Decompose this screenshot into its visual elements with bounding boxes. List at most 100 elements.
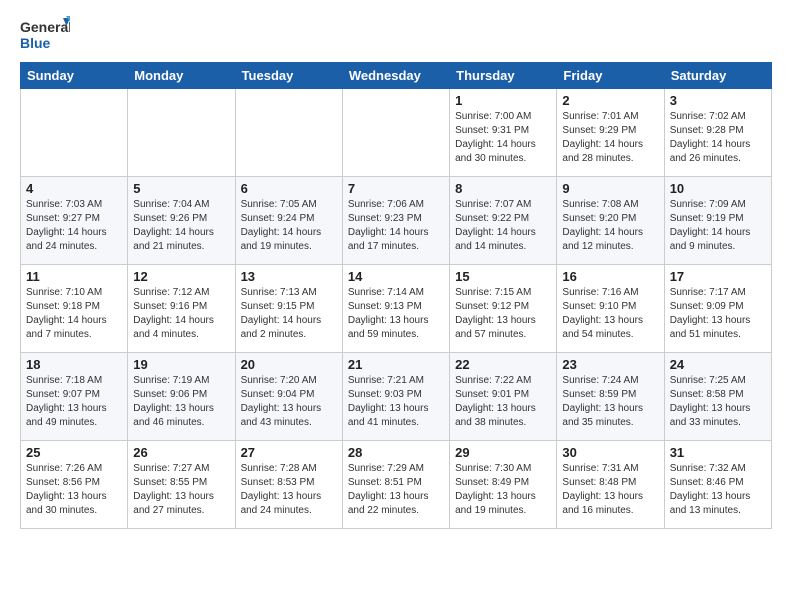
calendar-cell xyxy=(342,89,449,177)
calendar-cell: 4 Sunrise: 7:03 AM Sunset: 9:27 PM Daylig… xyxy=(21,177,128,265)
logo: General Blue xyxy=(20,16,70,58)
cell-content: Sunrise: 7:02 AM Sunset: 9:28 PM Dayligh… xyxy=(670,110,766,166)
day-number: 22 xyxy=(455,357,551,372)
calendar-cell: 25 Sunrise: 7:26 AM Sunset: 8:56 PM Dayli… xyxy=(21,441,128,529)
calendar-cell: 8 Sunrise: 7:07 AM Sunset: 9:22 PM Daylig… xyxy=(450,177,557,265)
day-number: 2 xyxy=(562,93,658,108)
day-number: 6 xyxy=(241,181,337,196)
cell-content: Sunrise: 7:00 AM Sunset: 9:31 PM Dayligh… xyxy=(455,110,551,166)
calendar-cell: 24Sunrise: 7:25 AM Sunset: 8:58 PM Dayli… xyxy=(664,353,771,441)
svg-text:General: General xyxy=(20,19,70,35)
cell-content: Sunrise: 7:28 AM Sunset: 8:53 PM Dayligh… xyxy=(241,462,337,518)
week-row-2: 4 Sunrise: 7:03 AM Sunset: 9:27 PM Daylig… xyxy=(21,177,772,265)
cell-content: Sunrise: 7:24 AM Sunset: 8:59 PM Dayligh… xyxy=(562,374,658,430)
day-number: 8 xyxy=(455,181,551,196)
logo-svg: General Blue xyxy=(20,16,70,58)
calendar-cell: 11Sunrise: 7:10 AM Sunset: 9:18 PM Dayli… xyxy=(21,265,128,353)
day-number: 9 xyxy=(562,181,658,196)
day-number: 1 xyxy=(455,93,551,108)
weekday-header-wednesday: Wednesday xyxy=(342,63,449,89)
week-row-3: 11Sunrise: 7:10 AM Sunset: 9:18 PM Dayli… xyxy=(21,265,772,353)
calendar-cell: 22Sunrise: 7:22 AM Sunset: 9:01 PM Dayli… xyxy=(450,353,557,441)
weekday-header-tuesday: Tuesday xyxy=(235,63,342,89)
weekday-header-friday: Friday xyxy=(557,63,664,89)
day-number: 31 xyxy=(670,445,766,460)
cell-content: Sunrise: 7:18 AM Sunset: 9:07 PM Dayligh… xyxy=(26,374,122,430)
day-number: 28 xyxy=(348,445,444,460)
day-number: 18 xyxy=(26,357,122,372)
calendar-cell: 23Sunrise: 7:24 AM Sunset: 8:59 PM Dayli… xyxy=(557,353,664,441)
cell-content: Sunrise: 7:15 AM Sunset: 9:12 PM Dayligh… xyxy=(455,286,551,342)
calendar-cell: 19 Sunrise: 7:19 AM Sunset: 9:06 PM Dayli… xyxy=(128,353,235,441)
calendar-cell: 15 Sunrise: 7:15 AM Sunset: 9:12 PM Dayli… xyxy=(450,265,557,353)
week-row-1: 1 Sunrise: 7:00 AM Sunset: 9:31 PM Daylig… xyxy=(21,89,772,177)
calendar-cell: 16 Sunrise: 7:16 AM Sunset: 9:10 PM Dayli… xyxy=(557,265,664,353)
day-number: 25 xyxy=(26,445,122,460)
cell-content: Sunrise: 7:08 AM Sunset: 9:20 PM Dayligh… xyxy=(562,198,658,254)
cell-content: Sunrise: 7:32 AM Sunset: 8:46 PM Dayligh… xyxy=(670,462,766,518)
week-row-5: 25 Sunrise: 7:26 AM Sunset: 8:56 PM Dayli… xyxy=(21,441,772,529)
weekday-header-thursday: Thursday xyxy=(450,63,557,89)
calendar-cell: 18 Sunrise: 7:18 AM Sunset: 9:07 PM Dayli… xyxy=(21,353,128,441)
cell-content: Sunrise: 7:20 AM Sunset: 9:04 PM Dayligh… xyxy=(241,374,337,430)
cell-content: Sunrise: 7:19 AM Sunset: 9:06 PM Dayligh… xyxy=(133,374,229,430)
calendar-cell: 12Sunrise: 7:12 AM Sunset: 9:16 PM Dayli… xyxy=(128,265,235,353)
day-number: 19 xyxy=(133,357,229,372)
day-number: 5 xyxy=(133,181,229,196)
day-number: 17 xyxy=(670,269,766,284)
cell-content: Sunrise: 7:01 AM Sunset: 9:29 PM Dayligh… xyxy=(562,110,658,166)
day-number: 20 xyxy=(241,357,337,372)
calendar-cell: 1 Sunrise: 7:00 AM Sunset: 9:31 PM Daylig… xyxy=(450,89,557,177)
calendar-cell: 28 Sunrise: 7:29 AM Sunset: 8:51 PM Dayli… xyxy=(342,441,449,529)
cell-content: Sunrise: 7:06 AM Sunset: 9:23 PM Dayligh… xyxy=(348,198,444,254)
cell-content: Sunrise: 7:16 AM Sunset: 9:10 PM Dayligh… xyxy=(562,286,658,342)
calendar-cell: 10 Sunrise: 7:09 AM Sunset: 9:19 PM Dayli… xyxy=(664,177,771,265)
cell-content: Sunrise: 7:13 AM Sunset: 9:15 PM Dayligh… xyxy=(241,286,337,342)
cell-content: Sunrise: 7:03 AM Sunset: 9:27 PM Dayligh… xyxy=(26,198,122,254)
calendar-cell: 26 Sunrise: 7:27 AM Sunset: 8:55 PM Dayli… xyxy=(128,441,235,529)
calendar-cell: 30 Sunrise: 7:31 AM Sunset: 8:48 PM Dayli… xyxy=(557,441,664,529)
cell-content: Sunrise: 7:27 AM Sunset: 8:55 PM Dayligh… xyxy=(133,462,229,518)
calendar-cell: 20 Sunrise: 7:20 AM Sunset: 9:04 PM Dayli… xyxy=(235,353,342,441)
week-row-4: 18 Sunrise: 7:18 AM Sunset: 9:07 PM Dayli… xyxy=(21,353,772,441)
cell-content: Sunrise: 7:17 AM Sunset: 9:09 PM Dayligh… xyxy=(670,286,766,342)
cell-content: Sunrise: 7:29 AM Sunset: 8:51 PM Dayligh… xyxy=(348,462,444,518)
calendar-cell: 13 Sunrise: 7:13 AM Sunset: 9:15 PM Dayli… xyxy=(235,265,342,353)
calendar-cell: 27Sunrise: 7:28 AM Sunset: 8:53 PM Dayli… xyxy=(235,441,342,529)
day-number: 3 xyxy=(670,93,766,108)
calendar-cell: 9 Sunrise: 7:08 AM Sunset: 9:20 PM Daylig… xyxy=(557,177,664,265)
cell-content: Sunrise: 7:09 AM Sunset: 9:19 PM Dayligh… xyxy=(670,198,766,254)
calendar-cell: 17 Sunrise: 7:17 AM Sunset: 9:09 PM Dayli… xyxy=(664,265,771,353)
day-number: 13 xyxy=(241,269,337,284)
day-number: 4 xyxy=(26,181,122,196)
cell-content: Sunrise: 7:31 AM Sunset: 8:48 PM Dayligh… xyxy=(562,462,658,518)
day-number: 26 xyxy=(133,445,229,460)
calendar-cell xyxy=(235,89,342,177)
day-number: 30 xyxy=(562,445,658,460)
weekday-header-row: SundayMondayTuesdayWednesdayThursdayFrid… xyxy=(21,63,772,89)
cell-content: Sunrise: 7:25 AM Sunset: 8:58 PM Dayligh… xyxy=(670,374,766,430)
calendar-cell: 14 Sunrise: 7:14 AM Sunset: 9:13 PM Dayli… xyxy=(342,265,449,353)
calendar-cell: 2 Sunrise: 7:01 AM Sunset: 9:29 PM Daylig… xyxy=(557,89,664,177)
calendar-cell: 3 Sunrise: 7:02 AM Sunset: 9:28 PM Daylig… xyxy=(664,89,771,177)
day-number: 15 xyxy=(455,269,551,284)
cell-content: Sunrise: 7:12 AM Sunset: 9:16 PM Dayligh… xyxy=(133,286,229,342)
day-number: 7 xyxy=(348,181,444,196)
weekday-header-sunday: Sunday xyxy=(21,63,128,89)
day-number: 14 xyxy=(348,269,444,284)
day-number: 21 xyxy=(348,357,444,372)
day-number: 16 xyxy=(562,269,658,284)
cell-content: Sunrise: 7:10 AM Sunset: 9:18 PM Dayligh… xyxy=(26,286,122,342)
cell-content: Sunrise: 7:30 AM Sunset: 8:49 PM Dayligh… xyxy=(455,462,551,518)
calendar-cell: 21Sunrise: 7:21 AM Sunset: 9:03 PM Dayli… xyxy=(342,353,449,441)
weekday-header-saturday: Saturday xyxy=(664,63,771,89)
cell-content: Sunrise: 7:14 AM Sunset: 9:13 PM Dayligh… xyxy=(348,286,444,342)
weekday-header-monday: Monday xyxy=(128,63,235,89)
day-number: 10 xyxy=(670,181,766,196)
cell-content: Sunrise: 7:05 AM Sunset: 9:24 PM Dayligh… xyxy=(241,198,337,254)
calendar-cell: 31 Sunrise: 7:32 AM Sunset: 8:46 PM Dayli… xyxy=(664,441,771,529)
calendar-cell xyxy=(128,89,235,177)
cell-content: Sunrise: 7:26 AM Sunset: 8:56 PM Dayligh… xyxy=(26,462,122,518)
cell-content: Sunrise: 7:07 AM Sunset: 9:22 PM Dayligh… xyxy=(455,198,551,254)
calendar-cell: 7 Sunrise: 7:06 AM Sunset: 9:23 PM Daylig… xyxy=(342,177,449,265)
